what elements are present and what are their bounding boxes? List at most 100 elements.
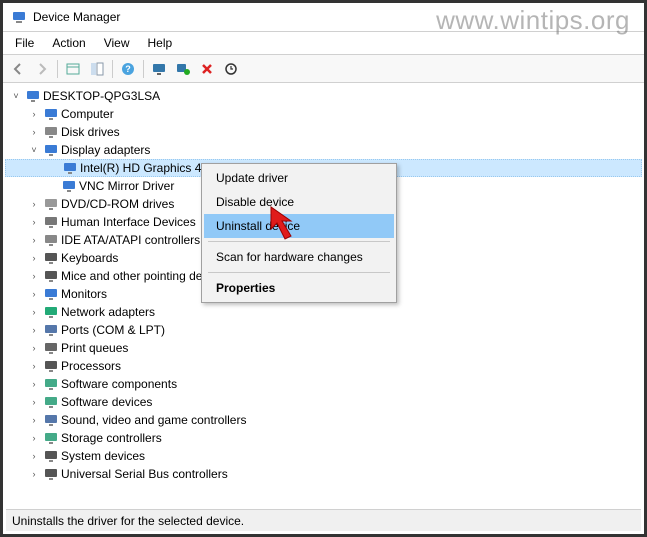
tree-category[interactable]: › System devices [5,447,642,465]
storage-icon [43,430,59,446]
tree-category[interactable]: › Universal Serial Bus controllers [5,465,642,483]
window-title: Device Manager [33,10,120,24]
tree-category[interactable]: › Software devices [5,393,642,411]
toolbar-sep [57,60,58,78]
context-menu-item[interactable]: Properties [204,276,394,300]
expander-icon[interactable]: › [27,431,41,445]
menu-action[interactable]: Action [44,34,93,52]
usb-icon [43,466,59,482]
tree-label: Software components [61,377,177,391]
context-menu-item[interactable]: Scan for hardware changes [204,245,394,269]
tree-button[interactable] [86,58,108,80]
expander-icon[interactable]: › [27,233,41,247]
tree-category[interactable]: › Computer [5,105,642,123]
sw-comp-icon [43,376,59,392]
expander-icon[interactable]: › [27,341,41,355]
tree-label: Print queues [61,341,128,355]
tree-label: DVD/CD-ROM drives [61,197,174,211]
display-icon [62,160,78,176]
statusbar: Uninstalls the driver for the selected d… [6,509,641,531]
toolbar: ? [3,55,644,83]
scan-button[interactable] [172,58,194,80]
tree-label: Universal Serial Bus controllers [61,467,228,481]
expander-icon[interactable]: › [27,395,41,409]
tree-category[interactable]: › Ports (COM & LPT) [5,321,642,339]
menu-file[interactable]: File [7,34,42,52]
expander-icon[interactable]: ˅ [27,143,41,157]
computer-icon [43,106,59,122]
cpu-icon [43,358,59,374]
tree-category[interactable]: › Processors [5,357,642,375]
system-icon [43,448,59,464]
expander-icon[interactable]: › [27,305,41,319]
display-icon [61,178,77,194]
tree-label: Computer [61,107,114,121]
expander-icon[interactable]: › [27,197,41,211]
expander-icon[interactable]: › [27,107,41,121]
menubar: File Action View Help [3,32,644,55]
tree-label: VNC Mirror Driver [79,179,174,193]
expander-icon[interactable]: › [27,269,41,283]
tree-category[interactable]: ›Sound, video and game controllers [5,411,642,429]
ide-icon [43,232,59,248]
tree-category[interactable]: › Disk drives [5,123,642,141]
toolbar-sep [112,60,113,78]
tree-label: Software devices [61,395,152,409]
context-menu-item[interactable]: Update driver [204,166,394,190]
network-icon [43,304,59,320]
tree-label: DESKTOP-QPG3LSA [43,89,160,103]
expander-icon[interactable] [46,161,60,175]
tree-category[interactable]: › Storage controllers [5,429,642,447]
tree-root[interactable]: ˅ DESKTOP-QPG3LSA [5,87,642,105]
dvd-icon [43,196,59,212]
expander-icon[interactable]: › [27,215,41,229]
display-icon [43,142,59,158]
tree-label: System devices [61,449,145,463]
status-text: Uninstalls the driver for the selected d… [12,514,244,528]
tree-label: Disk drives [61,125,120,139]
forward-button[interactable] [31,58,53,80]
expander-icon[interactable]: ˅ [9,89,23,103]
expander-icon[interactable]: › [27,251,41,265]
expander-icon[interactable]: › [27,449,41,463]
port-icon [43,322,59,338]
tree-category[interactable]: › Network adapters [5,303,642,321]
expander-icon[interactable]: › [27,287,41,301]
tree-label: Network adapters [61,305,155,319]
uninstall-button[interactable] [196,58,218,80]
monitor-button[interactable] [148,58,170,80]
tree-label: Ports (COM & LPT) [61,323,165,337]
hid-icon [43,214,59,230]
expander-icon[interactable]: › [27,125,41,139]
expander-icon[interactable]: › [27,377,41,391]
tree-category[interactable]: › Print queues [5,339,642,357]
printer-icon [43,340,59,356]
menu-view[interactable]: View [96,34,138,52]
menu-help[interactable]: Help [140,34,181,52]
expander-icon[interactable] [45,179,59,193]
update-button[interactable] [220,58,242,80]
tree-label: Storage controllers [61,431,162,445]
tree-label: Display adapters [61,143,150,157]
expander-icon[interactable]: › [27,467,41,481]
expander-icon[interactable]: › [27,413,41,427]
help-button[interactable]: ? [117,58,139,80]
sw-dev-icon [43,394,59,410]
context-menu: Update driverDisable deviceUninstall dev… [201,163,397,303]
back-button[interactable] [7,58,29,80]
expander-icon[interactable]: › [27,323,41,337]
show-hidden-button[interactable] [62,58,84,80]
tree-label: Monitors [61,287,107,301]
tree-category[interactable]: ˅ Display adapters [5,141,642,159]
context-menu-item[interactable]: Disable device [204,190,394,214]
app-icon [11,9,27,25]
monitor-icon [43,286,59,302]
context-menu-separator [208,272,390,273]
disk-icon [43,124,59,140]
context-menu-item[interactable]: Uninstall device [204,214,394,238]
sound-icon [43,412,59,428]
tree-label: Processors [61,359,121,373]
tree-label: Keyboards [61,251,118,265]
tree-category[interactable]: › Software components [5,375,642,393]
expander-icon[interactable]: › [27,359,41,373]
